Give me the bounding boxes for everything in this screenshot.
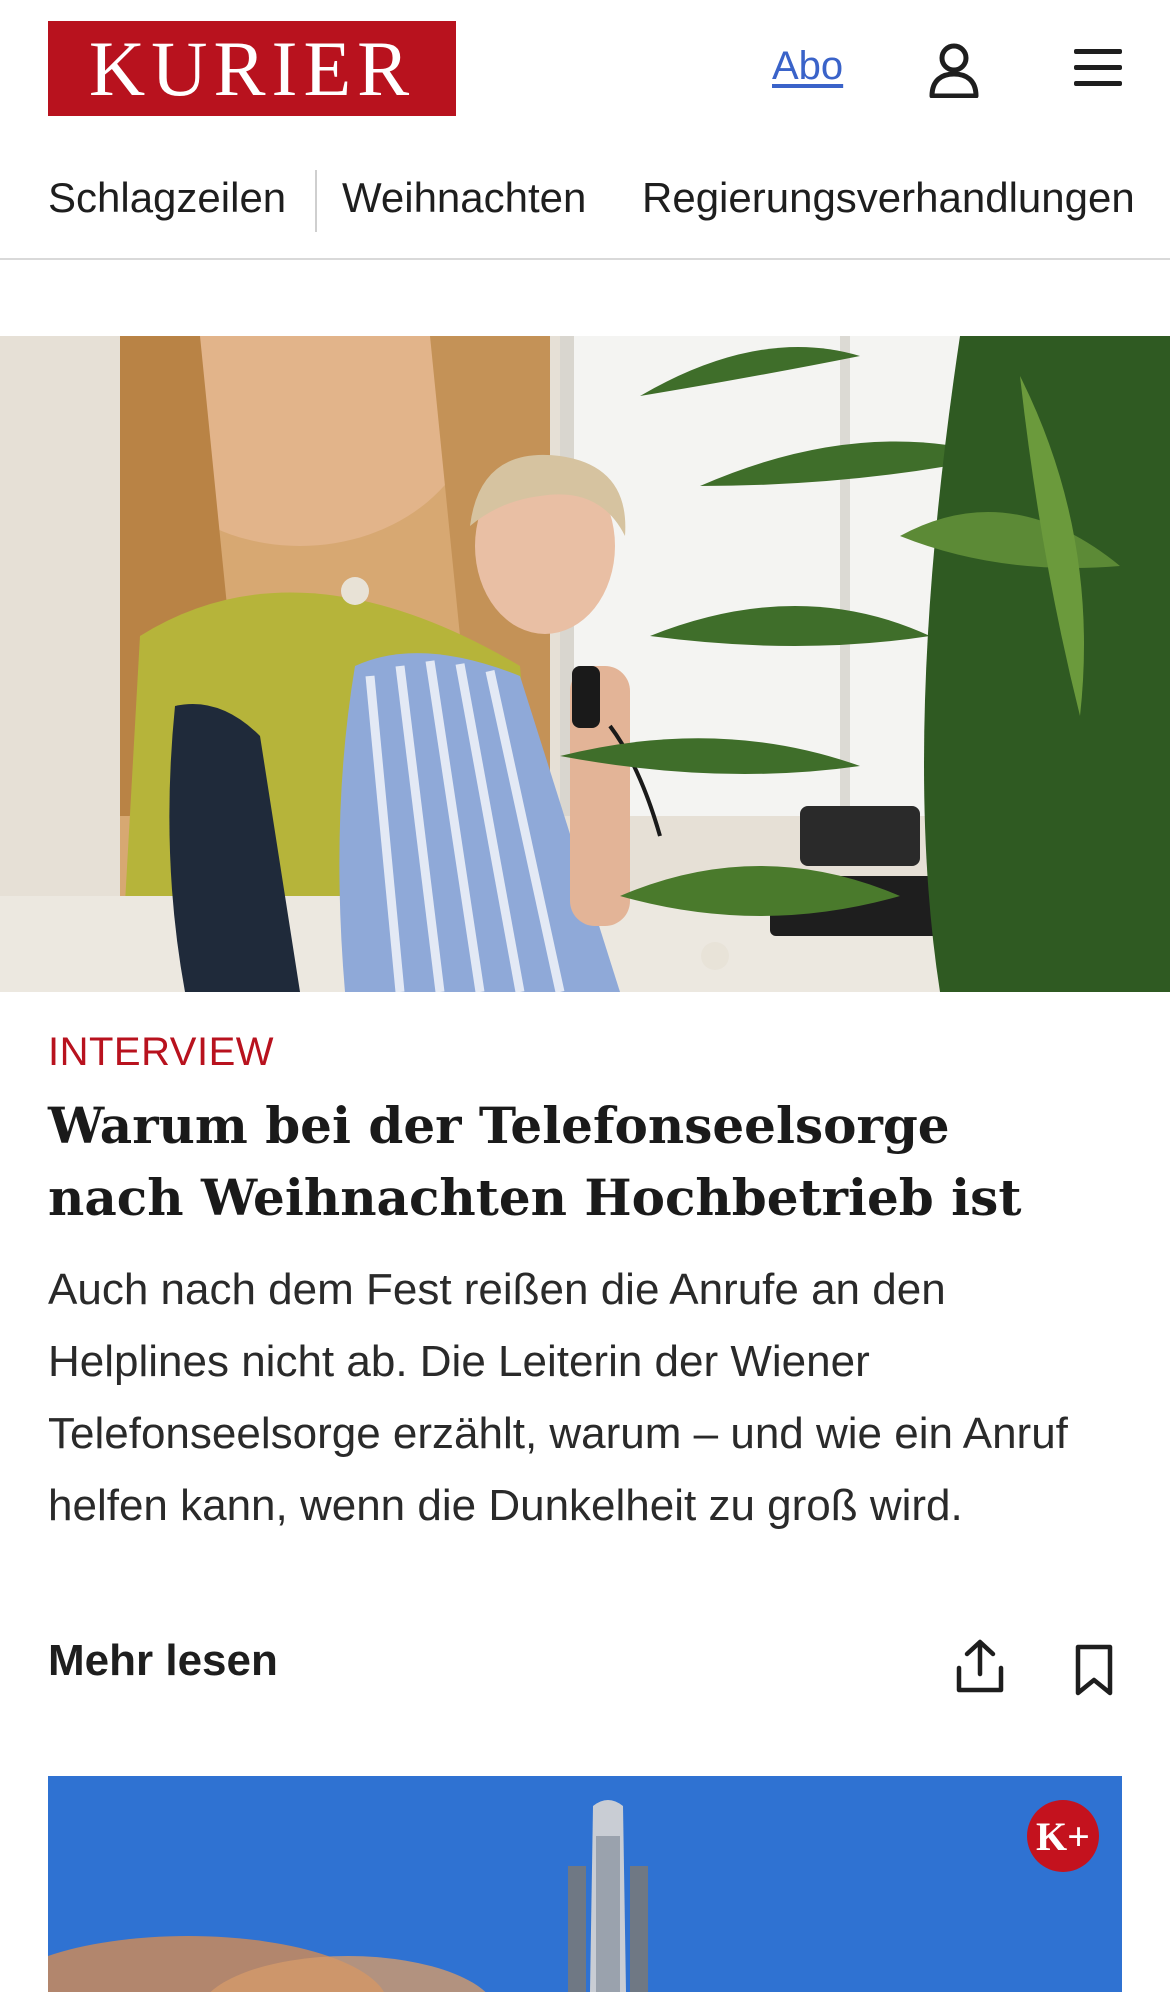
article-hero-image[interactable] [0, 336, 1170, 992]
section-nav: Schlagzeilen Weihnachten Regierungsverha… [0, 160, 1170, 260]
kurier-logo[interactable]: KURIER [48, 21, 456, 116]
share-icon[interactable] [955, 1638, 1005, 1694]
user-icon[interactable] [928, 42, 980, 98]
next-article-image[interactable] [48, 1776, 1122, 1992]
article-headline[interactable]: Warum bei der Telefonseelsorge nach Weih… [48, 1090, 1098, 1234]
article-teaser[interactable]: Auch nach dem Fest reißen die Anrufe an … [48, 1254, 1108, 1542]
abo-link[interactable]: Abo [772, 44, 843, 89]
k-plus-badge-text: K+ [1036, 1813, 1090, 1859]
menu-icon[interactable] [1072, 46, 1124, 90]
article-kicker: INTERVIEW [48, 1030, 275, 1074]
bookmark-icon[interactable] [1074, 1644, 1114, 1696]
k-plus-badge: K+ [1027, 1800, 1099, 1872]
nav-item-regierungsverhandlungen[interactable]: Regierungsverhandlungen [642, 174, 1135, 222]
site-header: KURIER Abo [0, 0, 1170, 140]
nav-item-weihnachten[interactable]: Weihnachten [342, 174, 586, 222]
nav-divider [315, 170, 317, 232]
nav-item-schlagzeilen[interactable]: Schlagzeilen [48, 174, 286, 222]
read-more-link[interactable]: Mehr lesen [48, 1636, 278, 1686]
